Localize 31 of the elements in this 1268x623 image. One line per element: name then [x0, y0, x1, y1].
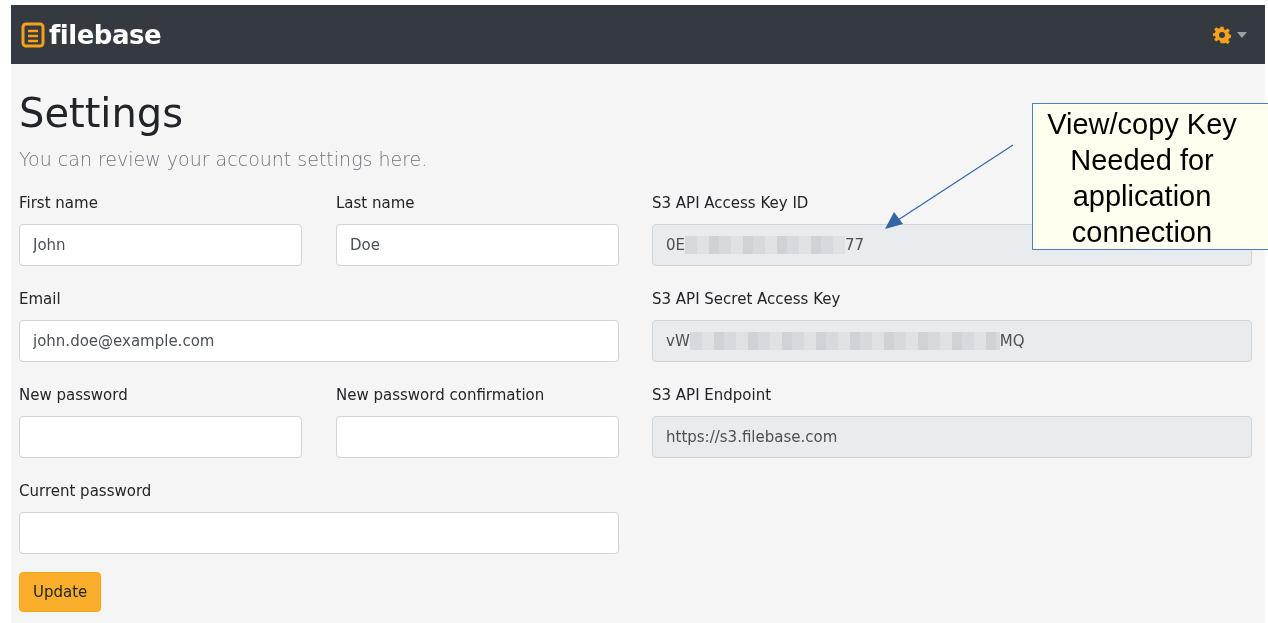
- callout-text: Needed for: [1070, 143, 1214, 178]
- field-label: First name: [19, 193, 98, 214]
- readonly-field[interactable]: https://s3.filebase.com: [652, 416, 1252, 458]
- input-field[interactable]: john.doe@example.com: [19, 320, 619, 362]
- field-label: Last name: [336, 193, 415, 214]
- field-label: Current password: [19, 481, 152, 502]
- field-value: https://s3.filebase.com: [666, 428, 838, 446]
- page-subtitle: You can review your account settings here.: [19, 148, 428, 170]
- field-value: 0E: [666, 236, 686, 254]
- input-field[interactable]: Doe: [336, 224, 619, 266]
- callout-text: application: [1072, 179, 1212, 214]
- update-button[interactable]: Update: [19, 572, 102, 612]
- input-field[interactable]: [19, 416, 302, 458]
- field-label: Email: [19, 289, 61, 310]
- input-field[interactable]: John: [19, 224, 302, 266]
- field-value: vW: [666, 332, 690, 350]
- field-label: New password: [19, 385, 128, 406]
- field-label: S3 API Endpoint: [652, 385, 772, 406]
- page-title: Settings: [19, 90, 184, 136]
- field-label: S3 API Secret Access Key: [652, 289, 841, 310]
- input-field[interactable]: [19, 512, 619, 554]
- field-label: S3 API Access Key ID: [652, 193, 809, 214]
- input-field[interactable]: [336, 416, 619, 458]
- brand-name[interactable]: filebase: [49, 19, 162, 50]
- field-value: 77: [845, 236, 865, 254]
- caret-icon: [1237, 31, 1247, 38]
- readonly-field[interactable]: vW MQ: [652, 320, 1252, 362]
- field-value: MQ: [999, 332, 1025, 350]
- field-label: New password confirmation: [336, 385, 545, 406]
- settings-icon: [1213, 25, 1231, 44]
- callout-text: View/copy Key: [1047, 107, 1237, 142]
